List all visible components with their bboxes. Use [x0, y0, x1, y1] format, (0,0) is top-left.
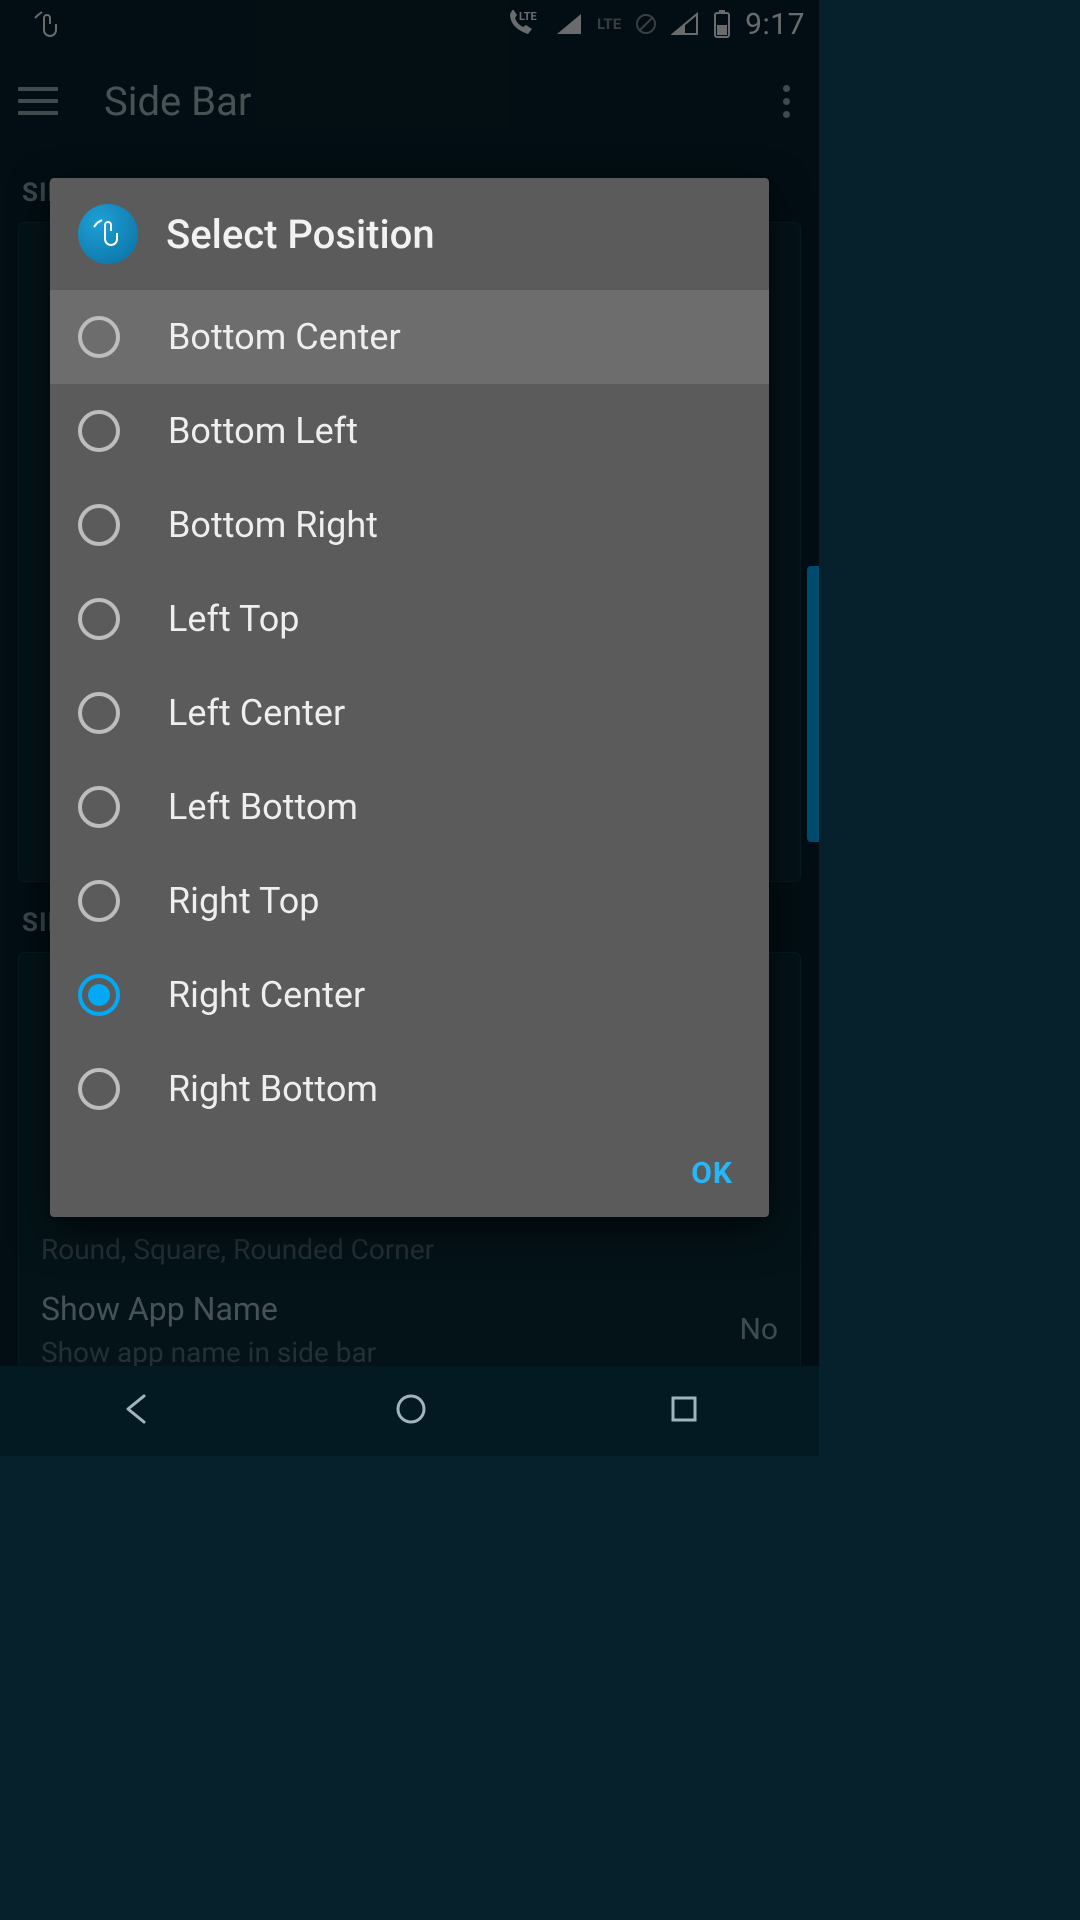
select-position-dialog: Select Position Bottom Center Bottom Left… — [50, 178, 769, 1217]
dialog-header: Select Position — [50, 178, 769, 290]
position-option[interactable]: Right Center — [50, 948, 769, 1042]
home-button[interactable] — [394, 1392, 428, 1430]
back-button[interactable] — [120, 1392, 154, 1430]
app-logo-icon — [78, 204, 138, 264]
position-option[interactable]: Right Top — [50, 854, 769, 948]
position-option-label: Bottom Center — [168, 316, 401, 358]
position-option-label: Right Center — [168, 974, 365, 1016]
position-option-label: Left Center — [168, 692, 345, 734]
radio-icon — [78, 974, 120, 1016]
position-option-label: Left Bottom — [168, 786, 358, 828]
position-option[interactable]: Left Top — [50, 572, 769, 666]
position-option-label: Bottom Left — [168, 410, 358, 452]
radio-icon — [78, 598, 120, 640]
position-option[interactable]: Left Center — [50, 666, 769, 760]
ok-button[interactable]: OK — [691, 1156, 733, 1191]
radio-icon — [78, 786, 120, 828]
recents-button[interactable] — [669, 1394, 699, 1428]
position-option-label: Bottom Right — [168, 504, 378, 546]
position-option[interactable]: Bottom Center — [50, 290, 769, 384]
position-option-label: Right Bottom — [168, 1068, 378, 1110]
radio-icon — [78, 410, 120, 452]
position-option[interactable]: Bottom Right — [50, 478, 769, 572]
dialog-options-list: Bottom Center Bottom Left Bottom Right Left… — [50, 290, 769, 1136]
navigation-bar — [0, 1366, 819, 1456]
radio-icon — [78, 1068, 120, 1110]
position-option[interactable]: Right Bottom — [50, 1042, 769, 1136]
radio-icon — [78, 504, 120, 546]
position-option-label: Right Top — [168, 880, 319, 922]
position-option[interactable]: Left Bottom — [50, 760, 769, 854]
radio-icon — [78, 880, 120, 922]
position-option[interactable]: Bottom Left — [50, 384, 769, 478]
dialog-title: Select Position — [166, 211, 435, 258]
radio-icon — [78, 316, 120, 358]
radio-icon — [78, 692, 120, 734]
dialog-actions: OK — [50, 1136, 769, 1217]
position-option-label: Left Top — [168, 598, 299, 640]
